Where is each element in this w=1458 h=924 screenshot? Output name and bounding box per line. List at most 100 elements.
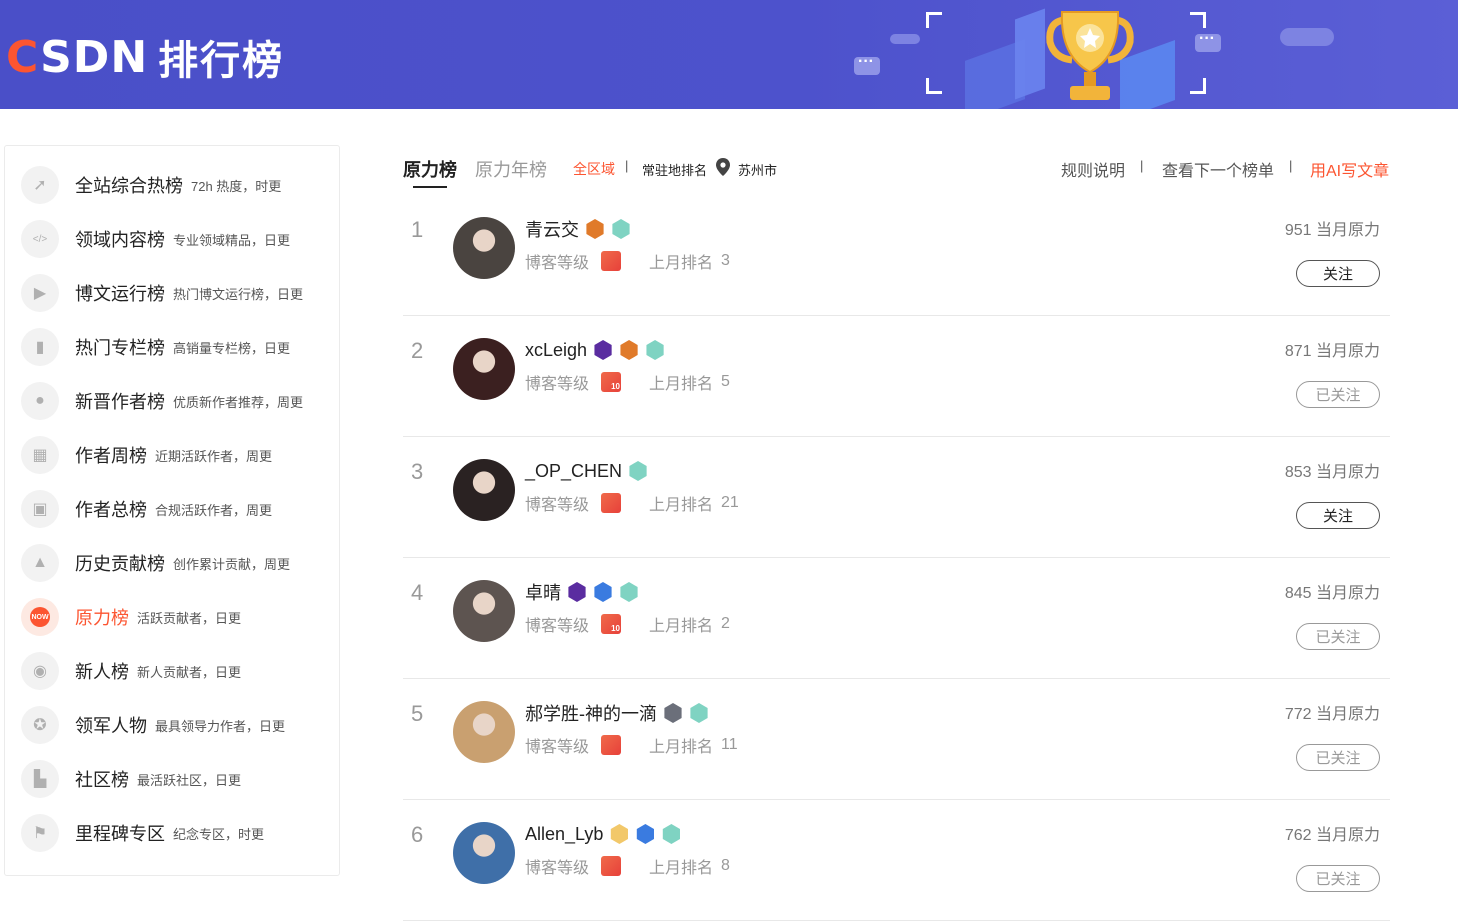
monthly-force: 762 当月原力: [1284, 827, 1380, 844]
sidebar-item[interactable]: ➚ 全站综合热榜 72h 热度，时更: [21, 165, 281, 205]
follow-button[interactable]: 已关注: [1296, 744, 1380, 771]
last-month-rank: 11: [721, 736, 738, 753]
user-name[interactable]: Allen_Lyb: [525, 824, 603, 845]
sidebar-item-desc: 近期活跃作者，周更: [155, 448, 273, 464]
follow-button[interactable]: 已关注: [1296, 623, 1380, 650]
filter-resident[interactable]: 常驻地排名: [642, 160, 707, 179]
table-row: 6 Allen_Lyb 博客等级 上月排名 8 762 当月原力 已关注: [403, 800, 1390, 921]
user-name[interactable]: 青云交: [525, 216, 579, 242]
user-meta: 博客等级 10 上月排名 5: [525, 370, 730, 394]
tab-force-year[interactable]: 原力年榜: [475, 156, 547, 182]
sidebar-item-desc: 活跃贡献者，日更: [137, 610, 242, 626]
honor-badge-icon[interactable]: [620, 582, 638, 602]
honor-badge-icon[interactable]: [664, 703, 682, 723]
rank-number: 6: [411, 822, 424, 847]
next-list-link[interactable]: 查看下一个榜单: [1162, 157, 1274, 181]
location-pin-icon: [716, 158, 730, 176]
user-name-line: 郝学胜-神的一滴: [525, 701, 715, 725]
follow-button[interactable]: 关注: [1296, 260, 1380, 287]
follow-button[interactable]: 已关注: [1296, 865, 1380, 892]
honor-badge-icon[interactable]: [594, 340, 612, 360]
link-separator: |: [1289, 158, 1293, 173]
table-row: 1 青云交 博客等级 上月排名 3 951 当月原力 关注: [403, 195, 1390, 316]
sidebar-item-label: 博文运行榜: [75, 284, 165, 304]
rules-link[interactable]: 规则说明: [1061, 157, 1125, 181]
honor-badge-icon[interactable]: [636, 824, 654, 844]
filter-city[interactable]: 苏州市: [738, 160, 777, 179]
honor-badge-icon[interactable]: [662, 824, 680, 844]
community-icon: ▙: [21, 760, 59, 798]
honor-badge-icon[interactable]: [629, 461, 647, 481]
last-month-rank: 21: [721, 494, 739, 511]
sidebar-item[interactable]: </> 领域内容榜 专业领域精品，日更: [21, 219, 290, 259]
user-name-line: Allen_Lyb: [525, 822, 687, 846]
table-row: 3 _OP_CHEN 博客等级 上月排名 21 853 当月原力 关注: [403, 437, 1390, 558]
rank-number: 2: [411, 338, 424, 363]
level-label: 博客等级: [525, 497, 590, 514]
follow-button[interactable]: 关注: [1296, 502, 1380, 529]
monthly-force: 951 当月原力: [1284, 222, 1380, 239]
filter-region[interactable]: 全区域: [573, 159, 615, 179]
avatar[interactable]: [453, 822, 515, 884]
sidebar-item-label: 里程碑专区: [75, 824, 165, 844]
avatar[interactable]: [453, 338, 515, 400]
user-name-line: _OP_CHEN: [525, 459, 654, 483]
user-name[interactable]: 卓晴: [525, 579, 561, 605]
honor-badge-icon[interactable]: [594, 582, 612, 602]
user-name[interactable]: _OP_CHEN: [525, 461, 622, 482]
blog-level-icon: [601, 493, 622, 513]
user-meta: 博客等级 上月排名 11: [525, 733, 738, 757]
honor-badge-icon[interactable]: [646, 340, 664, 360]
sidebar-item[interactable]: NOW 原力榜 活跃贡献者，日更: [21, 597, 241, 637]
avatar[interactable]: [453, 701, 515, 763]
ai-write-link[interactable]: 用AI写文章: [1310, 157, 1389, 181]
sidebar-item[interactable]: ▲ 历史贡献榜 创作累计贡献，周更: [21, 543, 290, 583]
sidebar-item-desc: 优质新作者推荐，周更: [173, 394, 304, 410]
user-name[interactable]: 郝学胜-神的一滴: [525, 700, 657, 726]
sidebar-item-label: 领域内容榜: [75, 230, 165, 250]
blog-level-icon: 10: [601, 372, 622, 392]
sidebar-item[interactable]: ▣ 作者总榜 合规活跃作者，周更: [21, 489, 272, 529]
honor-badge-icon[interactable]: [620, 340, 638, 360]
user-name[interactable]: xcLeigh: [525, 340, 587, 361]
calendar-icon: ▦: [21, 436, 59, 474]
robot-icon: ▣: [21, 490, 59, 528]
last-month-label: 上月排名: [649, 376, 714, 393]
sidebar-item[interactable]: ● 新晋作者榜 优质新作者推荐，周更: [21, 381, 303, 421]
page-title: 排行榜: [158, 39, 285, 83]
sidebar-item[interactable]: ◉ 新人榜 新人贡献者，日更: [21, 651, 241, 691]
honor-badge-icon[interactable]: [586, 219, 604, 239]
force-icon: NOW: [21, 598, 59, 636]
sidebar-item[interactable]: ✪ 领军人物 最具领导力作者，日更: [21, 705, 285, 745]
blog-level-icon: [601, 735, 622, 755]
avatar[interactable]: [453, 459, 515, 521]
sidebar-item[interactable]: ▮ 热门专栏榜 高销量专栏榜，日更: [21, 327, 290, 367]
user-name-line: 卓晴: [525, 580, 645, 604]
sidebar-item[interactable]: ▦ 作者周榜 近期活跃作者，周更: [21, 435, 272, 475]
honor-badge-icon[interactable]: [568, 582, 586, 602]
csdn-logo[interactable]: CSDN 排行榜: [6, 28, 284, 86]
sidebar-item[interactable]: ⚑ 里程碑专区 纪念专区，时更: [21, 813, 264, 853]
play-icon: ▶: [21, 274, 59, 312]
user-name-line: xcLeigh: [525, 338, 671, 362]
blog-level-icon: [601, 856, 622, 876]
rank-number: 4: [411, 580, 424, 605]
follow-button[interactable]: 已关注: [1296, 381, 1380, 408]
sidebar-item[interactable]: ▶ 博文运行榜 热门博文运行榜，日更: [21, 273, 303, 313]
sidebar-item[interactable]: ▙ 社区榜 最活跃社区，日更: [21, 759, 241, 799]
rank-number: 1: [411, 217, 424, 242]
avatar[interactable]: [453, 217, 515, 279]
avatar[interactable]: [453, 580, 515, 642]
sidebar-item-label: 作者周榜: [75, 446, 147, 466]
filter-separator: |: [625, 158, 629, 173]
newbie-icon: ◉: [21, 652, 59, 690]
honor-badge-icon[interactable]: [610, 824, 628, 844]
table-row: 5 郝学胜-神的一滴 博客等级 上月排名 11 772 当月原力 已关注: [403, 679, 1390, 800]
link-separator: |: [1140, 158, 1144, 173]
last-month-rank: 5: [721, 373, 730, 390]
cloud-icon: [890, 34, 920, 44]
honor-badge-icon[interactable]: [612, 219, 630, 239]
honor-badge-icon[interactable]: [690, 703, 708, 723]
sidebar-item-label: 原力榜: [75, 608, 129, 628]
tab-force[interactable]: 原力榜: [403, 156, 457, 182]
